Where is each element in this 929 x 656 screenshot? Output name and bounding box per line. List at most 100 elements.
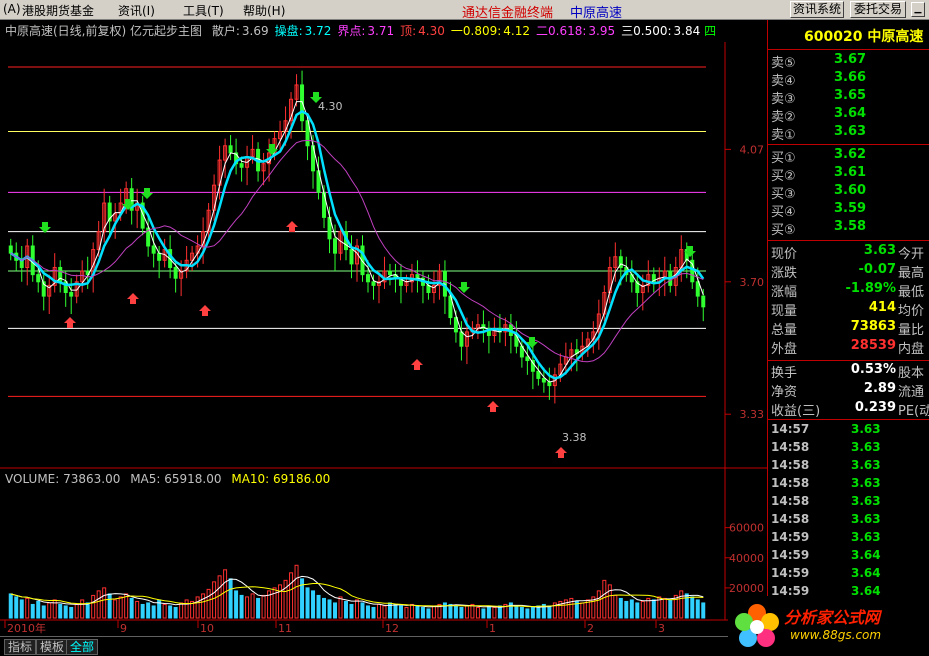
volume-bar [376, 603, 381, 619]
volume-bar [74, 603, 79, 619]
indicator-field: 操盘: [274, 24, 303, 38]
menu-item-tools[interactable]: 工具(T) [183, 2, 224, 19]
stock-code-box: 600020 中原高速 [768, 20, 929, 50]
buy-signal-arrow [411, 359, 423, 370]
bid-row[interactable]: 买④ 3.59 [768, 201, 929, 220]
tick-price: 3.63 [851, 422, 881, 436]
date-label: 1 [489, 622, 496, 635]
stat-label-secondary: 均价 [898, 304, 925, 319]
bid-row[interactable]: 买② 3.61 [768, 165, 929, 184]
candle-body [387, 270, 392, 276]
indicator-value: 3.72 [304, 24, 332, 38]
stat-label: 外盘 [771, 342, 798, 357]
bid-row[interactable]: 买③ 3.60 [768, 183, 929, 202]
volume-bar [102, 587, 107, 619]
stat-value: 0.53% [850, 362, 896, 377]
bid-label: 买② [771, 169, 796, 184]
tick-time: 14:59 [771, 566, 810, 580]
ask-label: 卖⑤ [771, 56, 796, 71]
volume-bar [311, 590, 316, 619]
buy-signal-arrow [487, 401, 499, 412]
tick-time: 14:58 [771, 476, 810, 490]
volume-bar [459, 606, 464, 619]
volume-bar [624, 600, 629, 619]
trade-button[interactable]: 委托交易 [850, 1, 906, 18]
end-icon[interactable]: 四 [704, 24, 716, 38]
tick-row: 14:58 3.63 [768, 440, 929, 458]
stat-value: -1.89% [845, 281, 897, 296]
tick-price: 3.63 [851, 530, 881, 544]
tab-indicator[interactable]: 指标 [4, 639, 37, 655]
ask-row[interactable]: 卖③ 3.65 [768, 88, 929, 107]
ask-price: 3.66 [834, 70, 867, 85]
volume-bar [63, 605, 68, 619]
indicator-field: 顶: [400, 24, 417, 38]
volume-bar [8, 593, 13, 619]
volume-bar [679, 590, 684, 619]
ask-label: 卖① [771, 128, 796, 143]
volume-bar [272, 587, 277, 619]
indicator-value: 3.95 [588, 24, 616, 38]
ask-row[interactable]: 卖⑤ 3.67 [768, 52, 929, 71]
tick-row: 14:59 3.63 [768, 530, 929, 548]
app-title: 通达信金融终端 [462, 6, 554, 21]
ask-row[interactable]: 卖① 3.63 [768, 124, 929, 143]
volume-bar [278, 584, 283, 619]
ma10-value: MA10: 69186.00 [231, 472, 331, 486]
price-tick-label: 3.33 [740, 408, 765, 421]
volume-bar [492, 606, 497, 619]
bid-label: 买⑤ [771, 223, 796, 238]
volume-bar [36, 600, 41, 619]
bid-price: 3.62 [834, 147, 867, 162]
minimize-icon[interactable]: ▁ [911, 2, 925, 17]
tick-time: 14:58 [771, 440, 810, 454]
bid-label: 买③ [771, 187, 796, 202]
bid-label: 买① [771, 151, 796, 166]
chart-area[interactable]: 4.07 3.70 3.33 60000 40000 20000 4.30 3.38 2010年… [0, 20, 767, 636]
indicator-field: 二0.618: [536, 24, 587, 38]
price-tick-label: 4.07 [740, 143, 765, 156]
volume-bar [256, 597, 261, 619]
volume-bar [355, 599, 359, 619]
volume-bar [547, 605, 552, 619]
volume-bar [206, 588, 211, 619]
stat-value: -0.07 [858, 262, 896, 277]
flower-logo-icon [735, 604, 779, 647]
date-label: 12 [385, 622, 399, 635]
buy-signal-arrow [199, 305, 211, 316]
candle-body [415, 274, 420, 279]
candle-body [695, 281, 700, 297]
volume-bar [398, 605, 403, 619]
volume-bar [662, 597, 667, 619]
tab-all[interactable]: 全部 [66, 639, 99, 655]
menu-item-hk-futures[interactable]: 港股期货基金 [22, 2, 94, 19]
volume-bar [261, 594, 266, 619]
volume-bar [701, 602, 706, 619]
menu-item-a[interactable]: (A) [3, 2, 21, 16]
tick-price: 3.63 [851, 494, 881, 508]
volume-bar [96, 590, 101, 619]
bid-row[interactable]: 买⑤ 3.58 [768, 219, 929, 238]
tick-price: 3.63 [851, 458, 881, 472]
tick-price: 3.63 [851, 440, 881, 454]
stat-row: 外盘 28539 内盘 [768, 338, 929, 357]
candle-body [228, 145, 233, 154]
ask-row[interactable]: 卖② 3.64 [768, 106, 929, 125]
ask-row[interactable]: 卖④ 3.66 [768, 70, 929, 89]
volume-bar [283, 579, 288, 619]
candle-body [8, 245, 13, 254]
volume-bar [448, 603, 453, 619]
tab-template[interactable]: 模板 [36, 639, 69, 655]
bid-row[interactable]: 买① 3.62 [768, 147, 929, 166]
date-label: 3 [658, 622, 665, 635]
news-system-button[interactable]: 资讯系统 [790, 1, 844, 18]
bid-label: 买④ [771, 205, 796, 220]
stat-value: 2.89 [863, 381, 896, 396]
indicator-value: 4.12 [503, 24, 531, 38]
volume-bar [360, 602, 365, 619]
candle-body [426, 284, 431, 294]
tick-row: 14:59 3.64 [768, 566, 929, 584]
volume-value: VOLUME: 73863.00 [5, 472, 121, 486]
menu-item-help[interactable]: 帮助(H) [243, 2, 285, 19]
menu-item-news[interactable]: 资讯(I) [118, 2, 155, 19]
